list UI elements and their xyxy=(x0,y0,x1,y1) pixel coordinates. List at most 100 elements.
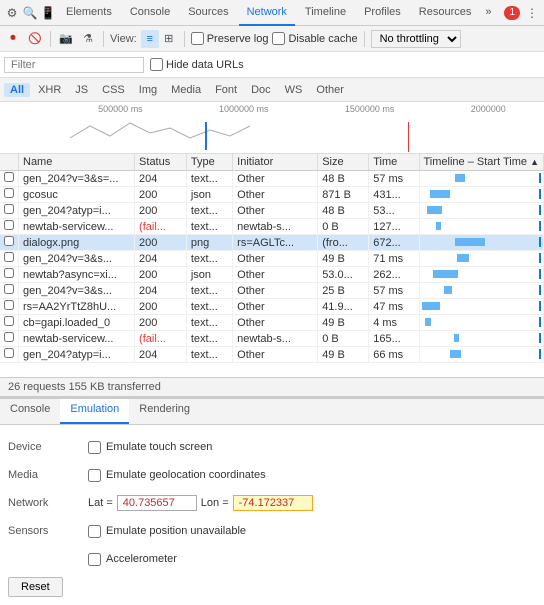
row-checkbox-cell xyxy=(0,203,19,219)
preserve-log-label[interactable]: Preserve log xyxy=(191,32,269,45)
table-row[interactable]: cb=gapi.loaded_0 200 text... Other 49 B … xyxy=(0,315,544,331)
more-tabs-btn[interactable]: » xyxy=(481,0,495,26)
lat-input[interactable] xyxy=(117,495,197,511)
camera-btn[interactable]: 📷 xyxy=(57,30,75,48)
tab-elements[interactable]: Elements xyxy=(58,0,120,26)
row-checkbox[interactable] xyxy=(4,316,14,326)
row-time: 4 ms xyxy=(369,315,419,331)
status-bar: 26 requests 155 KB transferred xyxy=(0,377,544,397)
col-timeline[interactable]: Timeline – Start Time ▲ xyxy=(419,154,544,171)
row-checkbox[interactable] xyxy=(4,236,14,246)
type-xhr[interactable]: XHR xyxy=(32,83,67,97)
table-row[interactable]: gcosuc 200 json Other 871 B 431... xyxy=(0,187,544,203)
table-row[interactable]: gen_204?v=3&s... 204 text... Other 25 B … xyxy=(0,283,544,299)
table-row[interactable]: gen_204?atyp=i... 204 text... Other 49 B… xyxy=(0,347,544,363)
row-checkbox[interactable] xyxy=(4,172,14,182)
row-checkbox[interactable] xyxy=(4,332,14,342)
row-checkbox[interactable] xyxy=(4,188,14,198)
row-status: (fail... xyxy=(135,219,187,235)
table-row[interactable]: newtab-servicew... (fail... text... newt… xyxy=(0,331,544,347)
touch-screen-checkbox[interactable] xyxy=(88,441,101,454)
accelerometer-check-label[interactable]: Accelerometer xyxy=(88,553,177,566)
hide-data-label[interactable]: Hide data URLs xyxy=(150,58,244,71)
table-row[interactable]: newtab?async=xi... 200 json Other 53.0..… xyxy=(0,267,544,283)
unavailable-check-label[interactable]: Emulate position unavailable xyxy=(88,525,246,538)
emulation-accelerometer-row: Accelerometer xyxy=(0,545,544,573)
preserve-log-checkbox[interactable] xyxy=(191,32,204,45)
view-list-btn[interactable]: ≡ xyxy=(141,30,159,48)
row-checkbox[interactable] xyxy=(4,300,14,310)
waterfall-bar xyxy=(430,190,450,198)
row-type: json xyxy=(186,187,232,203)
network-label: Network xyxy=(8,497,88,509)
type-all[interactable]: All xyxy=(4,83,30,97)
emulation-panel: Device Emulate touch screen Media Emulat… xyxy=(0,425,544,605)
filter-btn[interactable]: ⚗ xyxy=(79,30,97,48)
waterfall-marker xyxy=(539,333,541,343)
type-css[interactable]: CSS xyxy=(96,83,131,97)
row-checkbox[interactable] xyxy=(4,268,14,278)
col-size[interactable]: Size xyxy=(318,154,369,171)
inspect-icon[interactable]: 🔍 xyxy=(22,5,38,21)
row-checkbox[interactable] xyxy=(4,348,14,358)
tab-sources[interactable]: Sources xyxy=(180,0,236,26)
row-name: gen_204?v=3&s... xyxy=(19,251,135,267)
row-checkbox[interactable] xyxy=(4,284,14,294)
disable-cache-checkbox[interactable] xyxy=(272,32,285,45)
tab-console-bottom[interactable]: Console xyxy=(0,399,60,424)
timeline-red-bar xyxy=(408,122,409,152)
type-ws[interactable]: WS xyxy=(279,83,309,97)
type-font[interactable]: Font xyxy=(209,83,243,97)
col-type[interactable]: Type xyxy=(186,154,232,171)
row-checkbox[interactable] xyxy=(4,252,14,262)
row-checkbox[interactable] xyxy=(4,220,14,230)
row-size: 0 B xyxy=(318,219,369,235)
device-icon[interactable]: 📱 xyxy=(40,5,56,21)
table-row[interactable]: rs=AA2YrTtZ8hU... 200 text... Other 41.9… xyxy=(0,299,544,315)
lon-input[interactable] xyxy=(233,495,313,511)
col-time[interactable]: Time xyxy=(369,154,419,171)
type-js[interactable]: JS xyxy=(69,83,94,97)
tab-profiles[interactable]: Profiles xyxy=(356,0,409,26)
table-row[interactable]: gen_204?v=3&s... 204 text... Other 49 B … xyxy=(0,251,544,267)
type-media[interactable]: Media xyxy=(165,83,207,97)
row-status: 204 xyxy=(135,251,187,267)
col-initiator[interactable]: Initiator xyxy=(233,154,318,171)
tab-network[interactable]: Network xyxy=(239,0,295,26)
row-checkbox-cell xyxy=(0,299,19,315)
row-size: (fro... xyxy=(318,235,369,251)
table-row[interactable]: newtab-servicew... (fail... text... newt… xyxy=(0,219,544,235)
tab-console[interactable]: Console xyxy=(122,0,178,26)
tab-resources[interactable]: Resources xyxy=(411,0,480,26)
col-name[interactable]: Name xyxy=(19,154,135,171)
disable-cache-label[interactable]: Disable cache xyxy=(272,32,357,45)
unavailable-checkbox[interactable] xyxy=(88,525,101,538)
clear-btn[interactable]: 🚫 xyxy=(26,30,44,48)
view-large-btn[interactable]: ⊞ xyxy=(160,30,178,48)
type-img[interactable]: Img xyxy=(133,83,163,97)
filter-input[interactable] xyxy=(4,57,144,73)
row-checkbox[interactable] xyxy=(4,204,14,214)
tab-timeline[interactable]: Timeline xyxy=(297,0,354,26)
reset-button[interactable]: Reset xyxy=(8,577,63,597)
type-other[interactable]: Other xyxy=(310,83,350,97)
settings-icon[interactable]: ⋮ xyxy=(524,5,540,21)
throttle-select[interactable]: No throttling xyxy=(371,30,461,48)
row-size: 0 B xyxy=(318,331,369,347)
accelerometer-checkbox[interactable] xyxy=(88,553,101,566)
tab-emulation[interactable]: Emulation xyxy=(60,399,129,424)
table-row[interactable]: gen_204?atyp=i... 200 text... Other 48 B… xyxy=(0,203,544,219)
table-row[interactable]: dialogx.png 200 png rs=AGLTc... (fro... … xyxy=(0,235,544,251)
tab-rendering[interactable]: Rendering xyxy=(129,399,200,424)
error-badge: 1 xyxy=(504,6,520,20)
preserve-log-text: Preserve log xyxy=(207,33,269,45)
timeline-sparklines xyxy=(60,118,544,148)
table-row[interactable]: gen_204?v=3&s=... 204 text... Other 48 B… xyxy=(0,171,544,187)
geolocation-check-label[interactable]: Emulate geolocation coordinates xyxy=(88,469,266,482)
type-doc[interactable]: Doc xyxy=(245,83,277,97)
col-status[interactable]: Status xyxy=(135,154,187,171)
record-btn[interactable]: ⏺ xyxy=(4,30,22,48)
geolocation-checkbox[interactable] xyxy=(88,469,101,482)
hide-data-checkbox[interactable] xyxy=(150,58,163,71)
device-check-label[interactable]: Emulate touch screen xyxy=(88,441,212,454)
